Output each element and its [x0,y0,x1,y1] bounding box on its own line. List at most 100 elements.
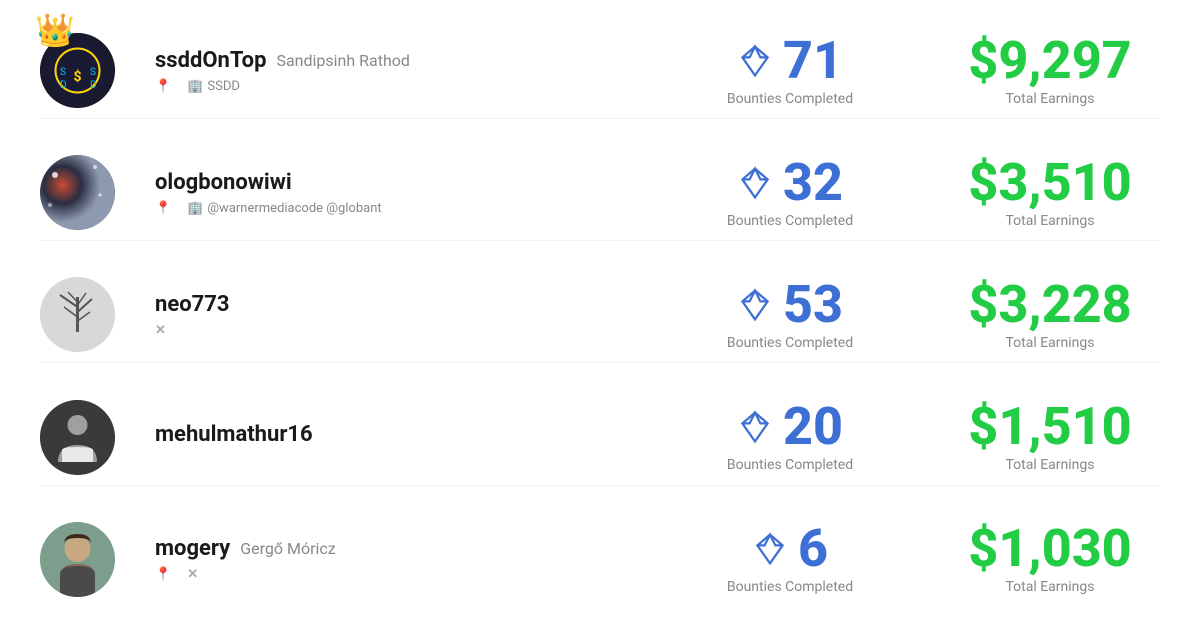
earnings-label: Total Earnings [1005,213,1094,229]
bounties-label: Bounties Completed [727,457,853,473]
org-text: @warnermediacode @globant [207,201,381,216]
bounties-stat: 53 Bounties Completed [700,279,880,351]
earnings-label: Total Earnings [1005,91,1094,107]
table-row: neo773 53 Bounties Completed [40,267,1160,363]
earnings-amount: $1,510 [968,401,1131,453]
location-icon [155,201,171,216]
stats-section: 71 Bounties Completed $9,297 Total Earni… [430,35,1160,107]
diamond-icon [737,165,773,201]
svg-text:$: $ [73,68,81,85]
meta-building: SSDD [187,79,240,94]
earnings-number-row: $1,510 [968,401,1131,453]
earnings-stat: $3,510 Total Earnings [960,157,1140,229]
user-meta [155,323,430,338]
table-row: mogery Gergő Móricz 6 [40,512,1160,607]
bounties-count: 53 [783,279,843,331]
bounties-stat: 71 Bounties Completed [700,35,880,107]
username[interactable]: mehulmathur16 [155,422,313,447]
twitter-icon [155,323,166,338]
earnings-amount: $3,228 [968,279,1131,331]
user-info: ssddOnTop Sandipsinh Rathod SSDD [130,48,430,94]
earnings-stat: $1,510 Total Earnings [960,401,1140,473]
stats-section: 53 Bounties Completed $3,228 Total Earni… [430,279,1160,351]
bounties-count: 71 [783,35,843,87]
bounties-number-row: 20 [737,401,843,453]
crown-icon: 👑 [35,11,75,49]
user-info: ologbonowiwi @warnermediacode @globant [130,170,430,216]
bounties-stat: 20 Bounties Completed [700,401,880,473]
avatar-section [40,277,130,352]
diamond-icon [737,287,773,323]
real-name: Sandipsinh Rathod [276,51,409,70]
meta-location [155,201,171,216]
bounties-number-row: 6 [752,523,828,575]
meta-location [155,79,171,94]
username[interactable]: ologbonowiwi [155,170,292,195]
diamond-icon [752,531,788,567]
stats-section: 20 Bounties Completed $1,510 Total Earni… [430,401,1160,473]
user-name-row: ssddOnTop Sandipsinh Rathod [155,48,430,73]
real-name: Gergő Móricz [240,539,335,558]
bounties-stat: 6 Bounties Completed [700,523,880,595]
earnings-amount: $3,510 [968,157,1131,209]
bounties-label: Bounties Completed [727,213,853,229]
stats-section: 32 Bounties Completed $3,510 Total Earni… [430,157,1160,229]
building-icon [187,79,203,94]
earnings-amount: $9,297 [968,35,1131,87]
bounties-number-row: 53 [737,279,843,331]
table-row: ologbonowiwi @warnermediacode @globant [40,145,1160,241]
bounties-count: 32 [783,157,843,209]
earnings-number-row: $9,297 [968,35,1131,87]
leaderboard: 👑 $ S S D D ssddOnTop Sandipsinh Rathod [0,0,1200,630]
bounties-label: Bounties Completed [727,579,853,595]
meta-building: @warnermediacode @globant [187,201,381,216]
location-icon [155,79,171,94]
bounties-number-row: 32 [737,157,843,209]
user-name-row: mehulmathur16 [155,422,430,447]
meta-location [155,567,171,582]
earnings-number-row: $1,030 [968,523,1131,575]
avatar [40,277,115,352]
username[interactable]: mogery [155,536,230,561]
earnings-number-row: $3,228 [968,279,1131,331]
diamond-icon [737,43,773,79]
twitter-icon [187,567,198,582]
earnings-label: Total Earnings [1005,579,1094,595]
username[interactable]: neo773 [155,292,230,317]
avatar-section: 👑 $ S S D D [40,33,130,108]
earnings-stat: $9,297 Total Earnings [960,35,1140,107]
user-meta [155,567,430,582]
user-name-row: ologbonowiwi [155,170,430,195]
avatar-section [40,155,130,230]
location-icon [155,567,171,582]
building-icon [187,201,203,216]
user-info: neo773 [130,292,430,338]
avatar [40,400,115,475]
earnings-number-row: $3,510 [968,157,1131,209]
earnings-stat: $1,030 Total Earnings [960,523,1140,595]
avatar [40,155,115,230]
org-text: SSDD [207,79,240,94]
bounties-number-row: 71 [737,35,843,87]
bounties-stat: 32 Bounties Completed [700,157,880,229]
earnings-label: Total Earnings [1005,335,1094,351]
svg-text:S: S [90,67,96,78]
bounties-label: Bounties Completed [727,335,853,351]
bounties-count: 20 [783,401,843,453]
earnings-label: Total Earnings [1005,457,1094,473]
stats-section: 6 Bounties Completed $1,030 Total Earnin… [430,523,1160,595]
user-info: mehulmathur16 [130,422,430,453]
avatar-section [40,522,130,597]
earnings-stat: $3,228 Total Earnings [960,279,1140,351]
table-row: 👑 $ S S D D ssddOnTop Sandipsinh Rathod [40,23,1160,119]
earnings-amount: $1,030 [968,523,1131,575]
user-meta: SSDD [155,79,430,94]
username[interactable]: ssddOnTop [155,48,266,73]
bounties-count: 6 [798,523,828,575]
user-meta: @warnermediacode @globant [155,201,430,216]
user-name-row: neo773 [155,292,430,317]
table-row: mehulmathur16 20 Bounties Completed $1,5… [40,390,1160,486]
bounties-label: Bounties Completed [727,91,853,107]
meta-twitter [155,323,166,338]
avatar [40,522,115,597]
